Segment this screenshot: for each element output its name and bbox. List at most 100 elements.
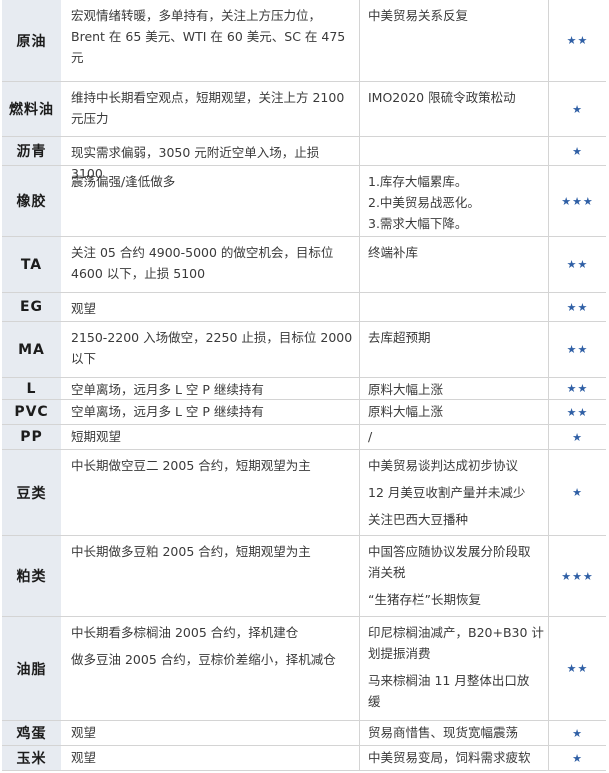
factor-text: 去库超预期 — [368, 330, 431, 345]
factor-cell: 1.库存大幅累库。 2.中美贸易战恶化。 3.需求大幅下降。 — [360, 166, 549, 236]
strategy-text: 关注 05 合约 4900-5000 的做空机会，目标位 — [71, 245, 334, 260]
commodity-name: 燃料油 — [2, 82, 62, 136]
star-rating: ★ — [572, 751, 583, 765]
factor-text: 原料大幅上涨 — [368, 404, 444, 419]
factor-cell: / — [360, 425, 549, 449]
star-rating: ★★★ — [561, 194, 594, 208]
table-row: TA 关注 05 合约 4900-5000 的做空机会，目标位 4600 以下，止损… — [2, 237, 606, 293]
factor-text: 2.中美贸易战恶化。 — [368, 195, 480, 210]
strategy-text: 中长期做多豆粕 2005 合约，短期观望为主 — [71, 544, 311, 559]
table-row: 鸡蛋 观望 贸易商惜售、现货宽幅震荡 ★ — [2, 721, 606, 746]
factor-cell — [360, 137, 549, 165]
strategy-cell: 震荡偏强/逢低做多 — [62, 166, 360, 236]
strategy-cell: 关注 05 合约 4900-5000 的做空机会，目标位 4600 以下，止损 5… — [62, 237, 360, 292]
strategy-text: 中长期看多棕榈油 2005 合约，择机建仓 — [71, 625, 299, 640]
star-rating: ★★ — [566, 662, 589, 675]
factor-text: / — [368, 429, 373, 444]
strategy-text: 2150-2200 入场做空，2250 止损，目标位 2000 — [71, 330, 353, 345]
star-rating: ★★ — [566, 300, 589, 314]
strategy-text: 做多豆油 2005 合约，豆棕价差缩小，择机减仓 — [71, 652, 336, 667]
commodity-name: 橡胶 — [2, 166, 62, 236]
factor-text: 贸易商惜售、现货宽幅震荡 — [368, 725, 519, 740]
factor-text: 关注巴西大豆播种 — [368, 512, 469, 527]
strategy-cell: 2150-2200 入场做空，2250 止损，目标位 2000 以下 — [62, 322, 360, 377]
strategy-text: 短期观望 — [71, 429, 122, 444]
strategy-cell: 现实需求偏弱，3050 元附近空单入场，止损 3100 — [62, 137, 360, 181]
factor-text: 中美贸易变局，饲料需求疲软 — [368, 750, 531, 765]
commodity-name: 原油 — [2, 0, 62, 81]
commodity-name: 豆类 — [2, 450, 62, 535]
strategy-text: 元 — [71, 50, 84, 65]
strategy-cell: 中长期做空豆二 2005 合约，短期观望为主 — [62, 450, 360, 535]
table-row: MA 2150-2200 入场做空，2250 止损，目标位 2000 以下 去库超预期… — [2, 322, 606, 378]
star-rating: ★ — [572, 144, 583, 158]
strategy-cell: 空单离场，远月多 L 空 P 继续持有 — [62, 400, 360, 424]
factor-text: 马来棕榈油 11 月整体出口放 缓 — [368, 673, 530, 709]
commodity-name: 油脂 — [2, 617, 62, 720]
commodity-name: 沥青 — [2, 137, 62, 165]
table-row: L 空单离场，远月多 L 空 P 继续持有 原料大幅上涨 ★★ — [2, 378, 606, 400]
star-rating: ★★ — [566, 343, 589, 356]
strategy-text: 维持中长期看空观点，短期观望，关注上方 2100 — [71, 90, 345, 105]
strategy-cell: 宏观情绪转暖，多单持有，关注上方压力位， Brent 在 65 美元、WTI 在 … — [62, 0, 360, 81]
factor-cell: 去库超预期 — [360, 322, 549, 377]
commodity-name: PVC — [2, 400, 62, 424]
strategy-text: 震荡偏强/逢低做多 — [71, 174, 176, 189]
factor-cell: 中国答应随协议发展分阶段取 消关税 “生猪存栏”长期恢复 — [360, 536, 549, 616]
commodity-name: 鸡蛋 — [2, 721, 62, 745]
factor-text: 1.库存大幅累库。 — [368, 174, 468, 189]
strategy-text: 中长期做空豆二 2005 合约，短期观望为主 — [71, 458, 311, 473]
factor-text: IMO2020 限硫令政策松动 — [368, 90, 516, 105]
table-row: 油脂 中长期看多棕榈油 2005 合约，择机建仓做多豆油 2005 合约，豆棕价差… — [2, 617, 606, 721]
commodity-name: PP — [2, 425, 62, 449]
strategy-text: 空单离场，远月多 L 空 P 继续持有 — [71, 404, 264, 419]
star-rating: ★★ — [566, 34, 589, 47]
strategy-text: 观望 — [71, 750, 97, 765]
strategy-cell: 短期观望 — [62, 425, 360, 449]
factor-text: 终端补库 — [368, 245, 419, 260]
strategy-cell: 中长期做多豆粕 2005 合约，短期观望为主 — [62, 536, 360, 616]
strategy-cell: 空单离场，远月多 L 空 P 继续持有 — [62, 378, 360, 399]
star-rating: ★★ — [566, 405, 589, 419]
commodity-name: EG — [2, 293, 62, 321]
strategy-text: 以下 — [71, 351, 97, 366]
factor-cell: IMO2020 限硫令政策松动 — [360, 82, 549, 136]
star-rating: ★★ — [566, 382, 589, 395]
strategy-text: 空单离场，远月多 L 空 P 继续持有 — [71, 382, 264, 397]
strategy-cell: 观望 — [62, 721, 360, 745]
commodity-name: TA — [2, 237, 62, 292]
commodity-name: L — [2, 378, 62, 399]
factor-cell: 原料大幅上涨 — [360, 378, 549, 399]
strategy-cell: 观望 — [62, 293, 360, 321]
factor-text: “生猪存栏”长期恢复 — [368, 592, 481, 607]
table-row: EG 观望 ★★ — [2, 293, 606, 322]
table-row: 沥青 现实需求偏弱，3050 元附近空单入场，止损 3100 ★ — [2, 137, 606, 181]
strategy-cell: 中长期看多棕榈油 2005 合约，择机建仓做多豆油 2005 合约，豆棕价差缩小… — [62, 617, 360, 720]
factor-cell: 终端补库 — [360, 237, 549, 292]
table-row: 原油 宏观情绪转暖，多单持有，关注上方压力位， Brent 在 65 美元、WTI … — [2, 0, 606, 82]
commodity-name: MA — [2, 322, 62, 377]
star-rating: ★ — [572, 430, 583, 444]
factor-text: 12 月美豆收割产量并未减少 — [368, 485, 526, 500]
table-row: PP 短期观望 / ★ — [2, 425, 606, 450]
star-rating: ★★ — [566, 258, 589, 271]
strategy-text: Brent 在 65 美元、WTI 在 60 美元、SC 在 475 — [71, 29, 346, 44]
table-row: 燃料油 维持中长期看空观点，短期观望，关注上方 2100 元压力 IMO2020 限硫… — [2, 82, 606, 137]
strategy-text: 4600 以下，止损 5100 — [71, 266, 206, 281]
factor-text: 中国答应随协议发展分阶段取 消关税 — [368, 544, 531, 580]
factor-cell: 中美贸易变局，饲料需求疲软 — [360, 746, 549, 770]
table-row: 橡胶 震荡偏强/逢低做多 1.库存大幅累库。 2.中美贸易战恶化。 3.需求大幅下降。 ★… — [2, 166, 606, 237]
strategy-cell: 维持中长期看空观点，短期观望，关注上方 2100 元压力 — [62, 82, 360, 136]
star-rating: ★ — [572, 726, 583, 740]
commodity-name: 粕类 — [2, 536, 62, 616]
factor-text: 3.需求大幅下降。 — [368, 216, 468, 231]
commodity-name: 玉米 — [2, 746, 62, 770]
strategy-text: 元压力 — [71, 111, 109, 126]
star-rating: ★ — [572, 486, 583, 499]
strategy-text: 观望 — [71, 725, 97, 740]
table-row: 玉米 观望 中美贸易变局，饲料需求疲软 ★ — [2, 746, 606, 771]
strategy-text: 观望 — [71, 301, 97, 316]
table-row: PVC 空单离场，远月多 L 空 P 继续持有 原料大幅上涨 ★★ — [2, 400, 606, 425]
star-rating: ★ — [572, 102, 583, 116]
factor-cell: 贸易商惜售、现货宽幅震荡 — [360, 721, 549, 745]
